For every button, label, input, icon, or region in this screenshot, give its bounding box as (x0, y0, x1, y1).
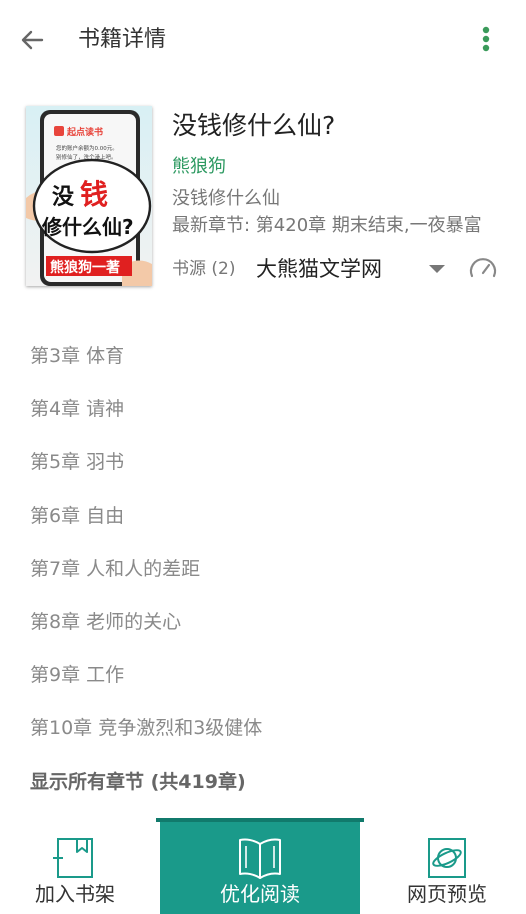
cover-title-char-1: 没 (52, 185, 75, 210)
book-author[interactable]: 熊狼狗 (172, 154, 226, 180)
optimized-read-label: 优化阅读 (220, 882, 300, 906)
book-detail-screen: 书籍详情 起点读书 您的账户余额为0.00元。 别修仙了，洗个澡上吧。 没 钱 … (0, 0, 526, 914)
speed-test-icon[interactable] (468, 254, 498, 284)
source-selector[interactable]: 大熊猫文学网 (256, 254, 382, 284)
add-to-shelf-label: 加入书架 (35, 882, 115, 906)
cover-title-char-2: 钱 (80, 178, 108, 211)
source-label: 书源 (2) (172, 259, 236, 279)
chapter-item[interactable]: 第4章 请神 (0, 383, 526, 436)
web-preview-button[interactable]: 网页预览 (386, 818, 508, 914)
page-title: 书籍详情 (78, 27, 167, 52)
chapter-item[interactable]: 第5章 羽书 (0, 436, 526, 489)
web-preview-label: 网页预览 (407, 882, 487, 906)
cover-title-line-2: 修什么仙? (41, 215, 134, 239)
chapter-list: 第3章 体育 第4章 请神 第5章 羽书 第6章 自由 第7章 人和人的差距 第… (0, 330, 526, 756)
chapter-item[interactable]: 第10章 竞争激烈和3级健体 (0, 702, 526, 755)
more-vertical-icon (482, 26, 490, 52)
cover-message-1: 您的账户余额为0.00元。 (56, 144, 118, 152)
add-bookmark-icon (53, 838, 93, 878)
cover-author-banner: 熊狼狗一著 (50, 259, 120, 276)
book-title: 没钱修什么仙? (172, 111, 336, 140)
show-all-chapters-link[interactable]: 显示所有章节 (共419章) (30, 766, 246, 798)
chapter-item[interactable]: 第6章 自由 (0, 490, 526, 543)
back-button[interactable] (14, 22, 50, 58)
open-book-icon (239, 838, 281, 879)
bottom-action-bar: 加入书架 优化阅读 网页预览 (0, 818, 526, 914)
chapter-item[interactable]: 第9章 工作 (0, 649, 526, 702)
more-options-button[interactable] (470, 20, 502, 60)
book-source-row: 书源 (2) 大熊猫文学网 (172, 250, 512, 288)
cover-app-badge: 起点读书 (66, 126, 103, 138)
chapter-item[interactable]: 第8章 老师的关心 (0, 596, 526, 649)
latest-chapter[interactable]: 最新章节: 第420章 期末结束,一夜暴富 (172, 213, 502, 239)
chapter-item[interactable]: 第7章 人和人的差距 (0, 543, 526, 596)
arrow-left-icon (21, 30, 44, 50)
optimized-read-button[interactable]: 优化阅读 (156, 818, 364, 914)
book-subtitle: 没钱修什么仙 (172, 188, 280, 209)
dropdown-arrow-icon[interactable] (426, 258, 448, 280)
chapter-item[interactable]: 第3章 体育 (0, 330, 526, 383)
browser-planet-icon (428, 838, 466, 878)
add-to-shelf-button[interactable]: 加入书架 (16, 818, 134, 914)
toolbar: 书籍详情 (0, 0, 526, 80)
book-cover[interactable]: 起点读书 您的账户余额为0.00元。 别修仙了，洗个澡上吧。 没 钱 修什么仙?… (26, 106, 152, 286)
